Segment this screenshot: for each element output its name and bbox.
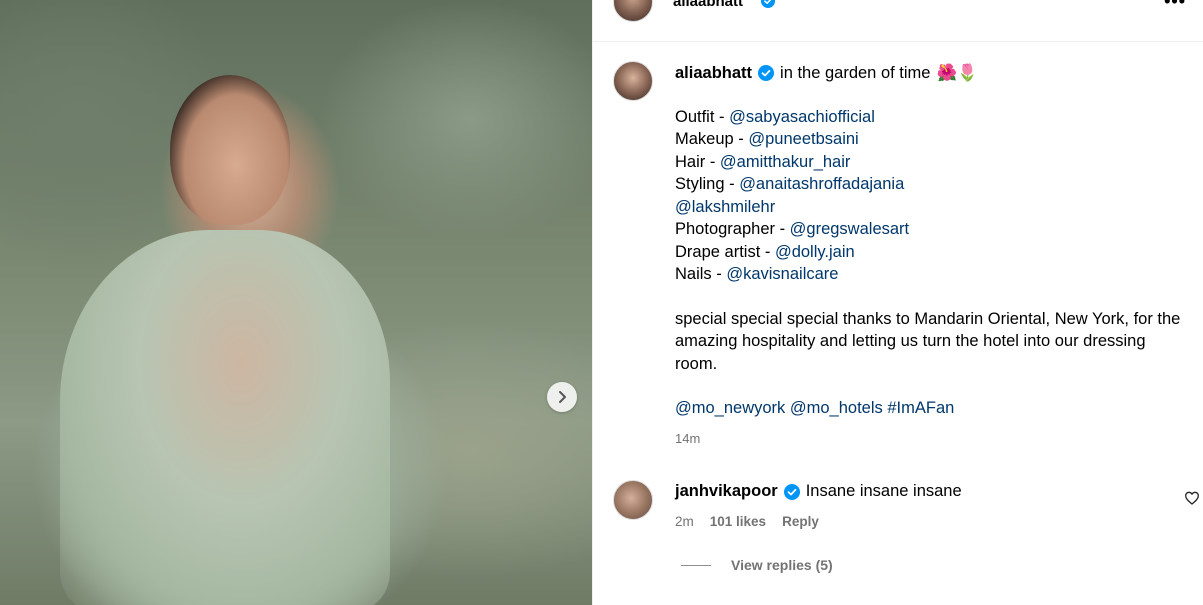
- comment-item: janhvikapoor Insane insane insane 2m 101…: [613, 480, 1203, 540]
- credit-line: Drape artist - @dolly.jain: [675, 242, 855, 261]
- mention-link[interactable]: @mo_newyork: [675, 399, 785, 417]
- view-replies-label: View replies (5): [731, 557, 833, 573]
- header-username[interactable]: aliaabhatt: [673, 0, 743, 10]
- credits-list: Outfit - @sabyasachiofficial Makeup - @p…: [675, 106, 1185, 286]
- photo-subject-head: [170, 75, 290, 225]
- verified-badge-icon: [758, 65, 775, 82]
- mention-link[interactable]: @lakshmilehr: [675, 198, 775, 216]
- chevron-right-icon: [559, 391, 566, 403]
- credit-line: Nails - @kavisnailcare: [675, 265, 839, 283]
- mention-link[interactable]: @mo_hotels: [790, 399, 883, 417]
- comment-likes[interactable]: 101 likes: [710, 514, 766, 529]
- post-timestamp[interactable]: 14m: [675, 428, 1185, 451]
- heart-icon[interactable]: [1184, 490, 1200, 506]
- more-icon[interactable]: •••: [1164, 0, 1186, 12]
- replies-divider: [681, 564, 711, 566]
- caption-author-avatar[interactable]: [613, 61, 653, 101]
- mention-link[interactable]: @kavisnailcare: [726, 265, 838, 283]
- reply-button[interactable]: Reply: [782, 514, 819, 529]
- caption-emoji: 🌺🌷: [936, 64, 978, 82]
- author-avatar[interactable]: [613, 0, 653, 22]
- mention-link[interactable]: @anaitashroffadajania: [739, 175, 904, 193]
- caption-thanks: special special special thanks to Mandar…: [675, 309, 1181, 373]
- mention-link[interactable]: @amitthakur_hair: [720, 153, 850, 171]
- next-photo-button[interactable]: [547, 382, 577, 412]
- post-side-panel: aliaabhatt ••• aliaabhatt in the garden …: [592, 0, 1203, 605]
- caption-tags: @mo_newyork @mo_hotels #ImAFan: [675, 397, 1185, 420]
- commenter-avatar[interactable]: [613, 480, 653, 520]
- post-caption: aliaabhatt in the garden of time 🌺🌷 Outf…: [675, 62, 1185, 450]
- comment-time[interactable]: 2m: [675, 514, 694, 529]
- credit-line: Hair - @amitthakur_hair: [675, 152, 851, 171]
- credit-line: Outfit - @sabyasachiofficial: [675, 107, 875, 126]
- credit-line: Photographer - @gregswalesart: [675, 220, 910, 238]
- post-header: aliaabhatt •••: [593, 0, 1203, 42]
- mention-link[interactable]: @puneetbsaini: [748, 130, 858, 148]
- caption-title: in the garden of time: [780, 64, 931, 82]
- credit-line: Makeup - @puneetbsaini: [675, 130, 859, 148]
- credit-line: Styling - @anaitashroffadajania: [675, 175, 905, 193]
- comment-body: Insane insane insane: [805, 482, 962, 500]
- commenter-username[interactable]: janhvikapoor: [675, 482, 778, 501]
- post-photo[interactable]: [0, 0, 592, 605]
- verified-badge-icon: [783, 483, 800, 500]
- caption-username[interactable]: aliaabhatt: [675, 62, 752, 85]
- credit-line: @lakshmilehr: [675, 196, 1185, 219]
- mention-link[interactable]: @sabyasachiofficial: [729, 108, 875, 126]
- view-replies-button[interactable]: View replies (5): [681, 557, 833, 573]
- mention-link[interactable]: @gregswalesart: [790, 220, 909, 238]
- photo-subject-dress: [60, 230, 390, 605]
- verified-badge-icon: [761, 0, 775, 8]
- mention-link[interactable]: @dolly.jain: [775, 243, 855, 261]
- hashtag-link[interactable]: #ImAFan: [887, 399, 954, 417]
